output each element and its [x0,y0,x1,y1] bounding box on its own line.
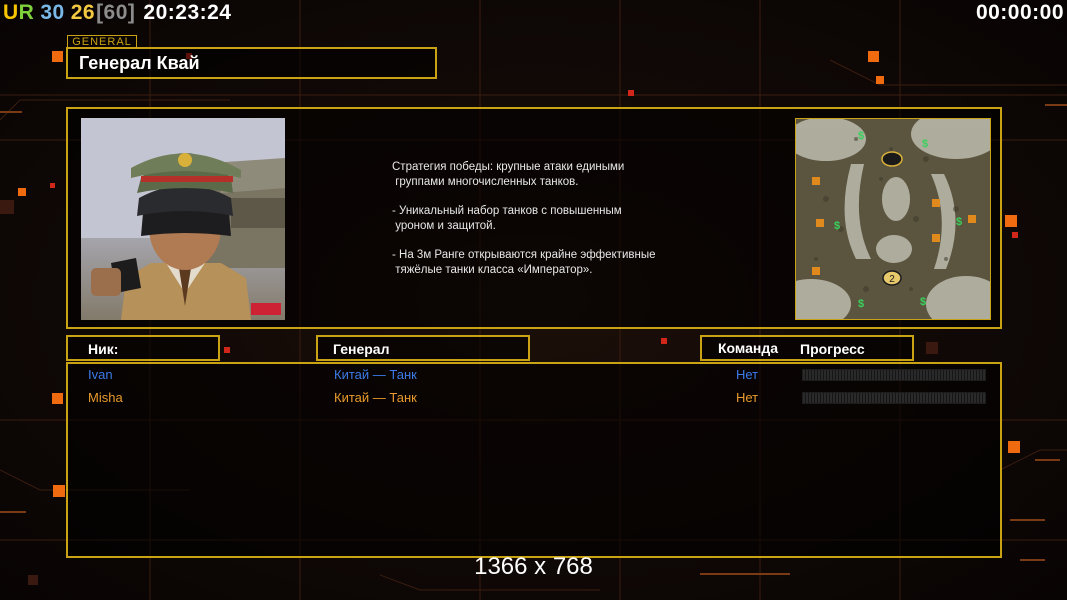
header-team-progress: Команда Прогресс [700,335,914,361]
header-nick: Ник: [66,335,220,361]
game-timer: 00:00:00 [975,1,1064,24]
player-general: Китай — Танк [334,390,417,405]
player-nick: Ivan [88,367,113,382]
svg-text:$: $ [956,216,962,228]
general-name: Генерал Квай [79,53,200,73]
svg-text:$: $ [858,130,864,142]
player-row: Ivan Китай — Танк Нет [68,365,1000,385]
svg-text:$: $ [920,296,926,308]
general-title-box: Генерал Квай [66,47,437,79]
resolution-label: 1366 x 768 [474,553,593,580]
start-position-1: 1 [881,151,903,167]
svg-text:2: 2 [889,274,895,285]
svg-text:$: $ [858,298,864,310]
start-position-2: 2 [882,270,902,286]
header-team-label: Команда [718,340,778,356]
map-preview: 1 2 $ $ $ $ $ $ [795,118,991,320]
header-progress-label: Прогресс [800,341,865,357]
description-line: Стратегия победы: крупные атаки едиными … [392,161,625,188]
hud-stats: UR 30 26 [60] 20:23:24 [3,1,231,25]
hud-stat-3: [60] [96,1,136,24]
svg-text:$: $ [834,220,840,232]
svg-text:1: 1 [889,155,894,165]
hud-ur-label: UR [3,1,35,24]
hud-stat-2: 26 [70,1,96,24]
hud-clock: 20:23:24 [143,1,232,24]
player-progress-bar [802,369,986,381]
header-general: Генерал [316,335,530,361]
player-team: Нет [736,390,759,405]
player-list: Ivan Китай — Танк Нет Misha Китай — Танк… [66,362,1002,558]
player-nick: Misha [88,390,123,405]
loading-screen: UR 30 26 [60] 20:23:24 00:00:00 GENERAL … [0,0,1067,600]
header-nick-label: Ник: [88,341,119,357]
description-line: - Уникальный набор танков с повышенным у… [392,205,622,232]
player-progress-bar [802,392,986,404]
general-description: Стратегия победы: крупные атаки едиными … [392,160,712,292]
svg-text:$: $ [922,138,928,150]
description-line: - На 3м Ранге открываются крайне эффекти… [392,249,656,276]
player-team: Нет [736,367,759,382]
header-general-label: Генерал [333,341,390,357]
player-row: Misha Китай — Танк Нет [68,388,1000,408]
player-general: Китай — Танк [334,367,417,382]
general-info-panel: Стратегия победы: крупные атаки едиными … [66,107,1002,329]
general-portrait [81,118,285,320]
hud-stat-1: 30 [40,1,65,24]
